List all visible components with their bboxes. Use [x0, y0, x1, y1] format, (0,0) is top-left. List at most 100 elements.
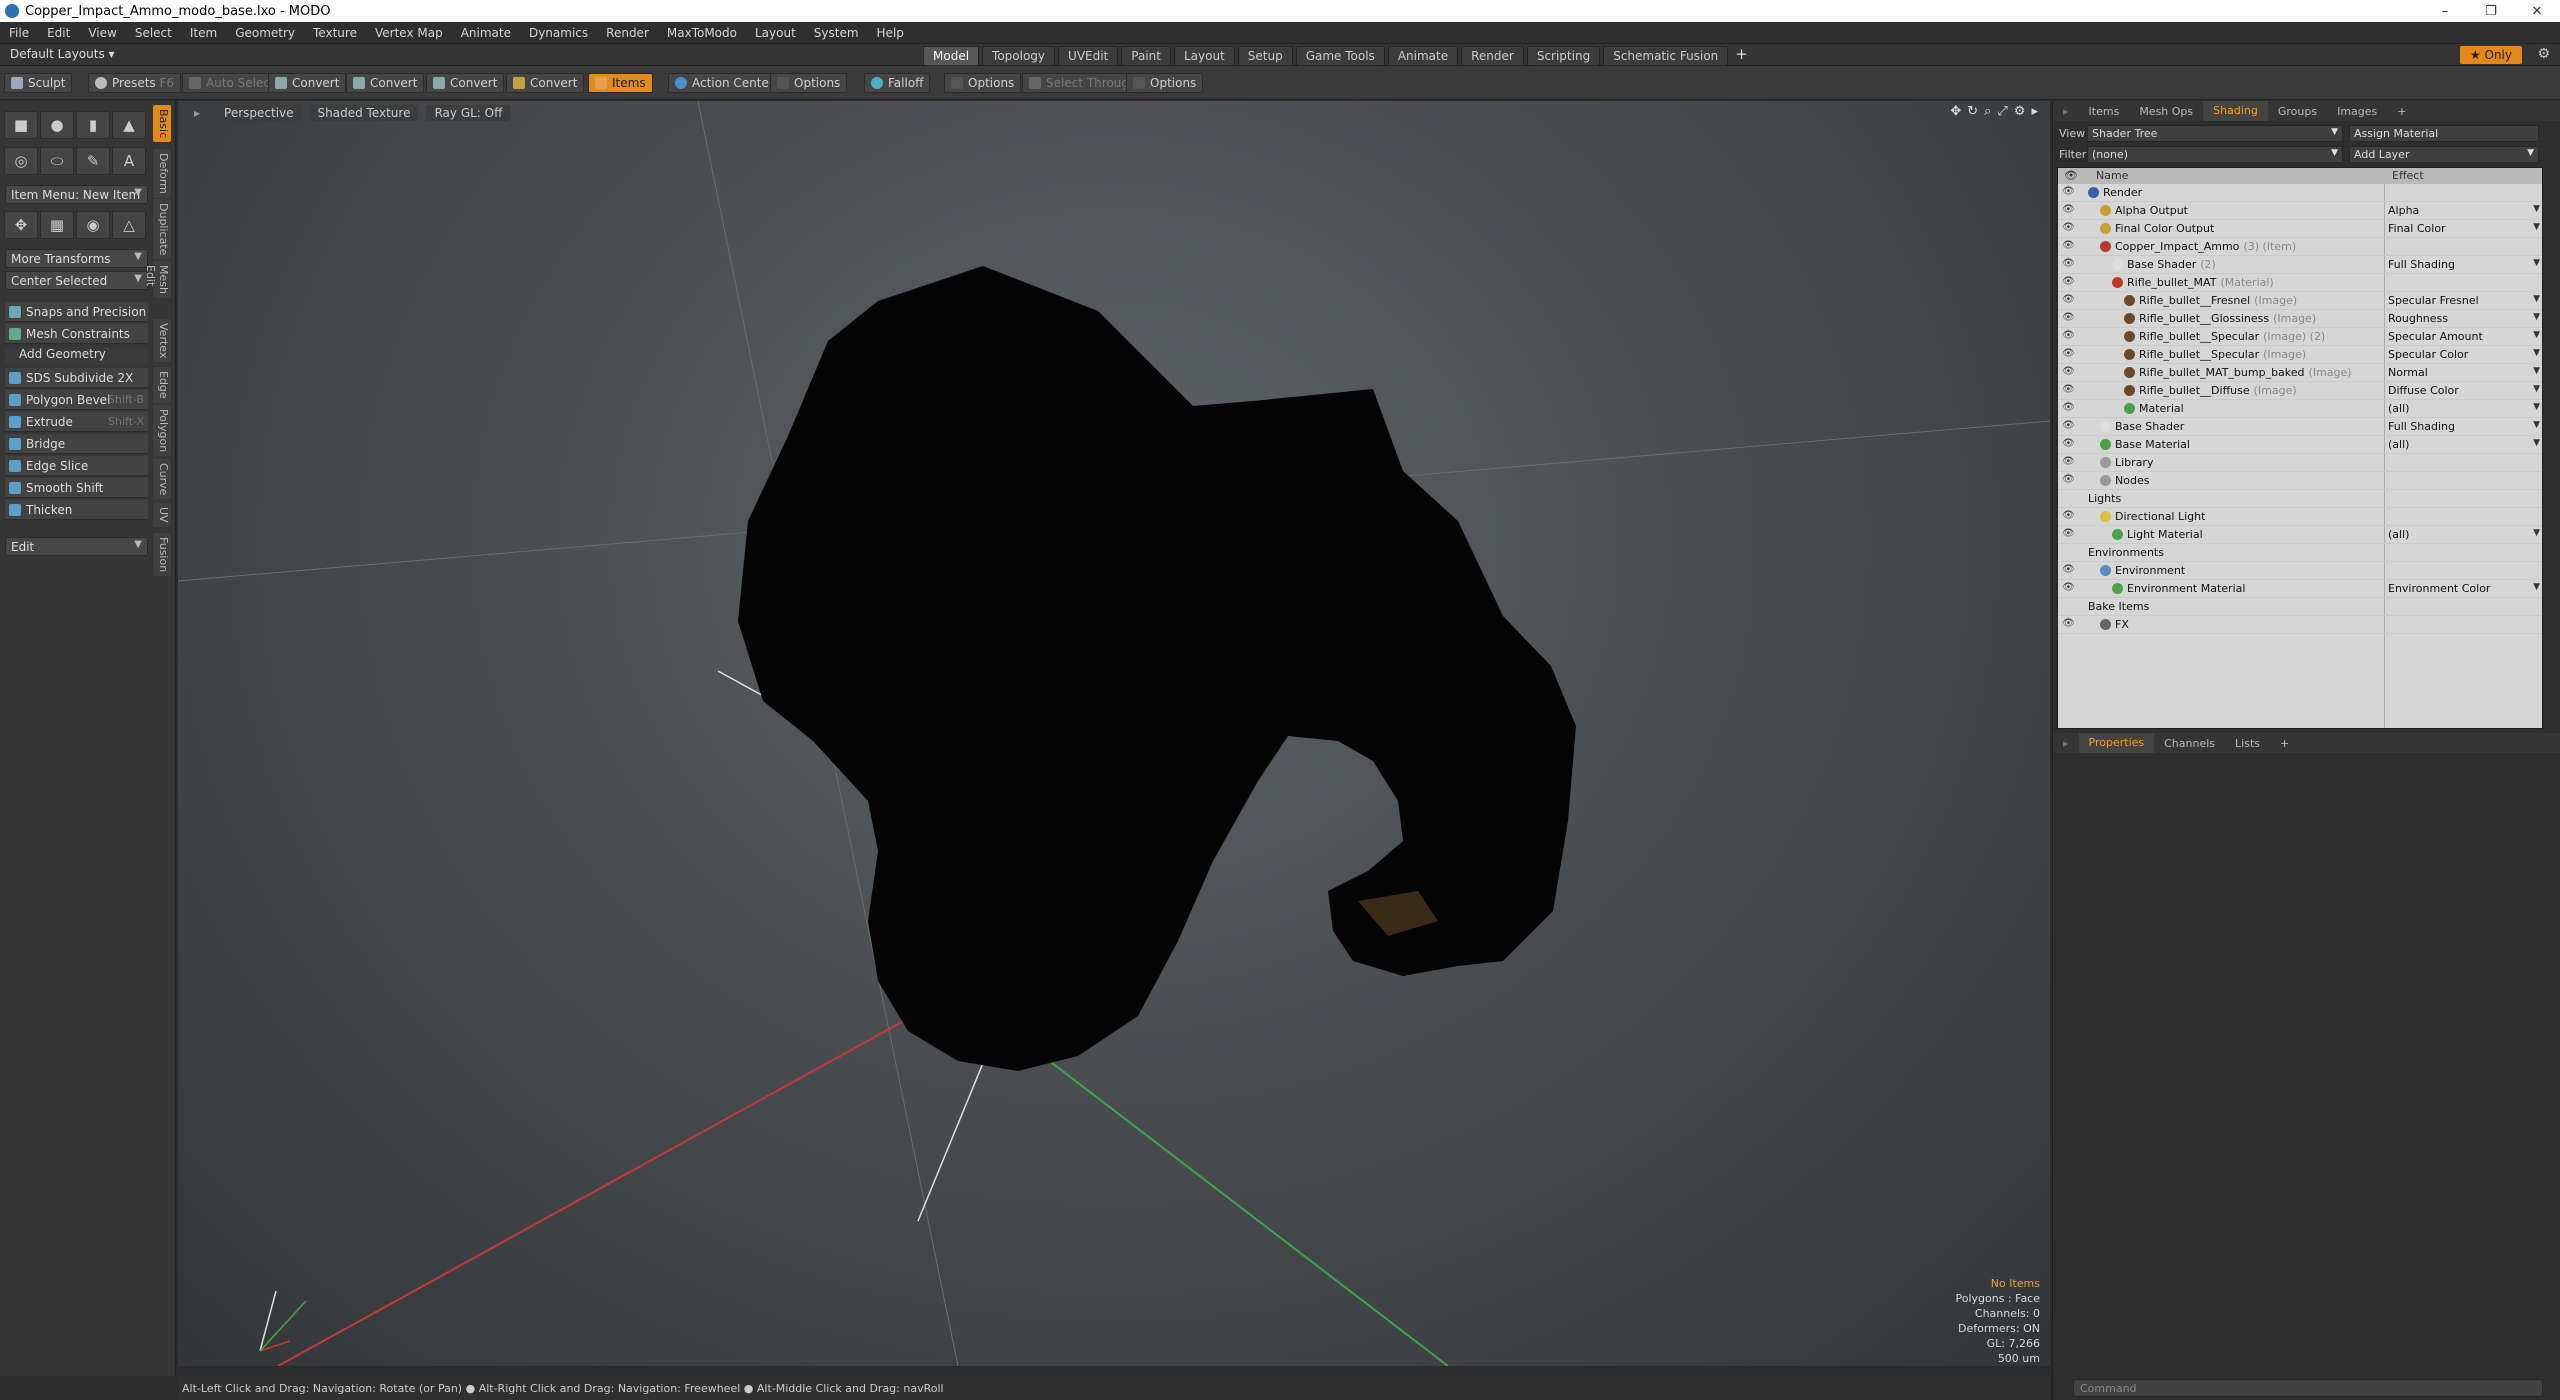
effect-value[interactable]: Final Color: [2388, 222, 2446, 235]
effect-dropdown-chevron-icon[interactable]: ▼: [2533, 402, 2540, 412]
vtab-duplicate[interactable]: Duplicate: [153, 199, 171, 260]
tab-lists[interactable]: Lists: [2225, 737, 2270, 750]
vtab-fusion[interactable]: Fusion: [153, 533, 171, 577]
add-tab-plus-icon[interactable]: +: [1735, 46, 1748, 66]
visibility-eye-icon[interactable]: 👁: [2062, 186, 2075, 198]
visibility-eye-icon[interactable]: 👁: [2062, 330, 2075, 342]
add-layer-dropdown[interactable]: Add Layer ▼: [2349, 145, 2539, 163]
shader-tree-row[interactable]: 👁 Material (all) ▼: [2058, 400, 2542, 418]
orbit-icon[interactable]: ↻: [1967, 104, 1978, 119]
more-transforms-dropdown[interactable]: More Transforms ▼: [5, 249, 148, 268]
convert-vertices-button[interactable]: Convert: [268, 73, 347, 93]
effect-value[interactable]: Full Shading: [2388, 258, 2455, 271]
shader-tree-row[interactable]: 👁 FX: [2058, 616, 2542, 634]
default-layouts-dropdown[interactable]: Default Layouts ▾: [10, 47, 115, 61]
menu-maxtomodo[interactable]: MaxToModo: [658, 26, 746, 40]
tab-layout[interactable]: Layout: [1173, 46, 1235, 66]
snaps-precision-button[interactable]: Snaps and Precision: [5, 302, 148, 322]
viewport-menu-icon[interactable]: ▸: [186, 105, 208, 121]
tab-properties[interactable]: Properties: [2078, 733, 2155, 753]
tab-shading[interactable]: Shading: [2203, 101, 2268, 121]
shader-tree-row[interactable]: 👁 Rifle_bullet_MAT (Material): [2058, 274, 2542, 292]
vtab-vertex[interactable]: Vertex: [153, 319, 171, 363]
filter-dropdown[interactable]: (none) ▼: [2087, 145, 2343, 163]
visibility-eye-icon[interactable]: 👁: [2062, 222, 2075, 234]
effect-value[interactable]: Alpha: [2388, 204, 2419, 217]
shader-tree-row[interactable]: 👁 Rifle_bullet__Diffuse (Image) Diffuse Col…: [2058, 382, 2542, 400]
effect-dropdown-chevron-icon[interactable]: ▼: [2533, 438, 2540, 448]
effect-dropdown-chevron-icon[interactable]: ▼: [2533, 258, 2540, 268]
tab-animate[interactable]: Animate: [1387, 46, 1459, 66]
convert-edges-button[interactable]: Convert: [346, 73, 425, 93]
effect-dropdown-chevron-icon[interactable]: ▼: [2533, 528, 2540, 538]
tab-paint[interactable]: Paint: [1121, 46, 1171, 66]
shader-tree-row[interactable]: 👁 Library: [2058, 454, 2542, 472]
add-properties-tab[interactable]: +: [2270, 737, 2299, 750]
effect-value[interactable]: Diffuse Color: [2388, 384, 2459, 397]
assign-material-button[interactable]: Assign Material: [2349, 124, 2539, 142]
effect-value[interactable]: (all): [2388, 402, 2409, 415]
effect-dropdown-chevron-icon[interactable]: ▼: [2533, 312, 2540, 322]
visibility-eye-icon[interactable]: 👁: [2062, 420, 2075, 432]
tab-schematic-fusion[interactable]: Schematic Fusion: [1603, 46, 1729, 66]
visibility-eye-icon[interactable]: 👁: [2062, 204, 2075, 216]
edit-dropdown[interactable]: Edit ▼: [5, 537, 148, 556]
vtab-deform[interactable]: Deform: [153, 149, 171, 198]
tab-mesh-ops[interactable]: Mesh Ops: [2129, 105, 2203, 118]
select-through-options-button[interactable]: Options: [1126, 73, 1204, 93]
action-center-options-button[interactable]: Options: [770, 73, 848, 93]
tab-game-tools[interactable]: Game Tools: [1295, 46, 1385, 66]
shader-tree-row[interactable]: 👁 Environment Material Environment Color ▼: [2058, 580, 2542, 598]
torus-icon[interactable]: ◎: [4, 147, 38, 175]
zoom-icon[interactable]: ⌕: [1984, 104, 1991, 119]
shader-tree-row[interactable]: 👁 Rifle_bullet__Specular (Image) Specular C…: [2058, 346, 2542, 364]
visibility-eye-icon[interactable]: 👁: [2062, 276, 2075, 288]
menu-item[interactable]: Item: [181, 26, 226, 40]
effect-value[interactable]: Roughness: [2388, 312, 2448, 325]
minimize-button[interactable]: –: [2422, 0, 2468, 22]
visibility-eye-icon[interactable]: 👁: [2062, 366, 2075, 378]
tab-uvedit[interactable]: UVEdit: [1058, 46, 1119, 66]
presets-button[interactable]: Presets F6: [88, 73, 182, 93]
effect-dropdown-chevron-icon[interactable]: ▼: [2533, 330, 2540, 340]
menu-system[interactable]: System: [805, 26, 868, 40]
tab-model[interactable]: Model: [923, 46, 980, 66]
effect-value[interactable]: Specular Fresnel: [2388, 294, 2479, 307]
visibility-eye-icon[interactable]: 👁: [2062, 510, 2075, 522]
effect-value[interactable]: (all): [2388, 438, 2409, 451]
move-icon[interactable]: ✥: [4, 211, 38, 239]
effect-value[interactable]: (all): [2388, 528, 2409, 541]
shader-tree-row[interactable]: 👁 Rifle_bullet__Glossiness (Image) Roughnes…: [2058, 310, 2542, 328]
vtab-edge[interactable]: Edge: [153, 367, 171, 403]
tool-sds-subdivide[interactable]: SDS Subdivide 2X: [5, 368, 148, 388]
action-center-button[interactable]: Action Center: [668, 73, 781, 93]
shader-tree-row[interactable]: 👁 Alpha Output Alpha ▼: [2058, 202, 2542, 220]
mesh-constraints-button[interactable]: Mesh Constraints: [5, 324, 148, 344]
visibility-eye-icon[interactable]: 👁: [2062, 384, 2075, 396]
effect-dropdown-chevron-icon[interactable]: ▼: [2533, 420, 2540, 430]
expand-icon[interactable]: ▸: [2031, 104, 2038, 119]
visibility-eye-icon[interactable]: 👁: [2062, 312, 2075, 324]
tool-smooth-shift[interactable]: Smooth Shift: [5, 478, 148, 498]
tool-extrude[interactable]: Extrude Shift-X: [5, 412, 148, 432]
tab-scripting[interactable]: Scripting: [1526, 46, 1601, 66]
scale-icon[interactable]: △: [112, 211, 146, 239]
item-menu-dropdown[interactable]: Item Menu: New Item ▼: [5, 185, 148, 204]
settings-icon[interactable]: ⚙: [2014, 104, 2026, 119]
falloff-button[interactable]: Falloff: [864, 73, 931, 93]
sphere-icon[interactable]: ●: [40, 111, 74, 139]
tab-channels[interactable]: Channels: [2154, 737, 2225, 750]
visibility-eye-icon[interactable]: 👁: [2062, 582, 2075, 594]
effect-value[interactable]: Specular Amount: [2388, 330, 2483, 343]
falloff-options-button[interactable]: Options: [944, 73, 1022, 93]
close-button[interactable]: ✕: [2514, 0, 2560, 22]
panel-menu-icon[interactable]: ▸: [2053, 737, 2079, 750]
visibility-eye-icon[interactable]: 👁: [2062, 528, 2075, 540]
add-geometry-section[interactable]: Add Geometry: [5, 347, 148, 365]
command-input[interactable]: Command: [2073, 1379, 2543, 1397]
center-selected-dropdown[interactable]: Center Selected ▼: [5, 271, 148, 290]
shader-tree[interactable]: 👁 Name Effect 👁 Render 👁 Alpha Output Alpha ▼…: [2057, 167, 2543, 729]
visibility-eye-icon[interactable]: 👁: [2062, 438, 2075, 450]
shader-tree-row[interactable]: Lights: [2058, 490, 2542, 508]
menu-layout[interactable]: Layout: [746, 26, 805, 40]
